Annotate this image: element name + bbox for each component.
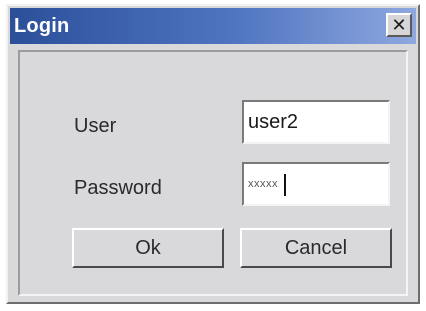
password-input[interactable] bbox=[242, 162, 390, 206]
text-caret bbox=[284, 174, 286, 196]
window-title: Login bbox=[14, 15, 70, 37]
password-label: Password bbox=[74, 177, 162, 199]
cancel-button[interactable]: Cancel bbox=[240, 228, 392, 268]
login-dialog: Login ✕ User Password Ok Cancel bbox=[6, 4, 420, 304]
close-icon: ✕ bbox=[391, 15, 407, 35]
ok-button[interactable]: Ok bbox=[72, 228, 224, 268]
login-form: User Password Ok Cancel bbox=[18, 50, 408, 296]
user-input[interactable] bbox=[242, 100, 390, 144]
title-bar[interactable]: Login ✕ bbox=[10, 8, 416, 44]
close-button[interactable]: ✕ bbox=[386, 13, 412, 37]
user-label: User bbox=[74, 115, 117, 137]
